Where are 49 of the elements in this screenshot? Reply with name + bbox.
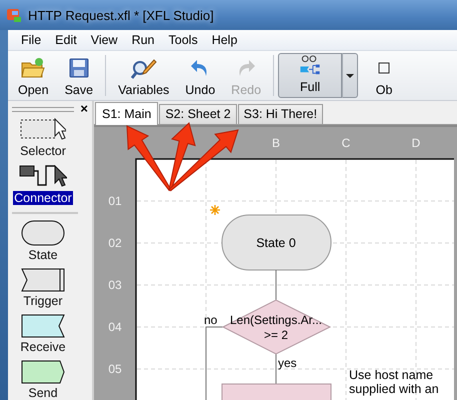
app-icon[interactable]: [6, 7, 22, 23]
undo-button[interactable]: Undo: [177, 51, 224, 100]
close-button[interactable]: ×: [80, 103, 88, 115]
notched-flag-icon: [21, 314, 65, 338]
branch-label: yes: [278, 356, 297, 370]
menu-item[interactable]: View: [84, 33, 125, 47]
palette-tool[interactable]: Selector: [13, 115, 73, 162]
node-label: >= 2: [264, 328, 288, 342]
node-label: State 0: [256, 236, 296, 250]
menu-item[interactable]: File: [14, 33, 48, 47]
palette-tool[interactable]: Connector: [13, 162, 73, 209]
column-header: C: [342, 136, 350, 150]
palette-tool[interactable]: Send: [13, 358, 73, 400]
column-header: D: [412, 136, 420, 150]
object-button[interactable]: Ob: [362, 51, 406, 100]
notched-flag-icon: [21, 268, 65, 292]
save-button[interactable]: Save: [56, 51, 102, 100]
menu-item[interactable]: Help: [204, 33, 244, 47]
sheet-tab[interactable]: S2: Sheet 2: [159, 104, 237, 124]
menu-item[interactable]: Run: [124, 33, 162, 47]
comment-text: supplied with an: [349, 382, 439, 396]
node-label: Len(Settings.Ar...: [230, 313, 322, 327]
full-button[interactable]: Full: [278, 53, 342, 98]
connector-cursor-icon: [19, 165, 67, 189]
palette-tool[interactable]: Receive: [13, 312, 73, 358]
dropdown-button[interactable]: [342, 53, 358, 98]
row-header: 02: [108, 236, 122, 250]
menu-item[interactable]: Edit: [48, 33, 84, 47]
folder-icon: [21, 57, 46, 79]
palette-tool[interactable]: Trigger: [13, 266, 73, 312]
branch-label: no: [204, 313, 218, 327]
rounded-shape-icon: [21, 220, 65, 246]
open-button[interactable]: Open: [10, 51, 57, 100]
row-header: 04: [108, 320, 122, 334]
sheet-tab[interactable]: S1: Main: [95, 102, 158, 125]
sheet-tab[interactable]: S3: Hi There!: [238, 104, 324, 124]
variables-button[interactable]: Variables: [110, 51, 178, 100]
row-header: 05: [108, 362, 122, 376]
window-title: HTTP Request.xfl * [XFL Studio]: [28, 8, 214, 22]
selection-cursor-icon: [20, 118, 66, 142]
magnifier-pencil-icon: [130, 57, 157, 79]
palette-tool[interactable]: State: [13, 218, 73, 266]
row-header: 01: [108, 194, 122, 208]
caret-icon: [346, 74, 354, 78]
menu-item[interactable]: Tools: [162, 33, 205, 47]
column-header: B: [272, 136, 280, 150]
row-header: 03: [108, 278, 122, 292]
pointed-flag-icon: [21, 360, 65, 384]
comment-text: Use host name: [349, 368, 434, 382]
